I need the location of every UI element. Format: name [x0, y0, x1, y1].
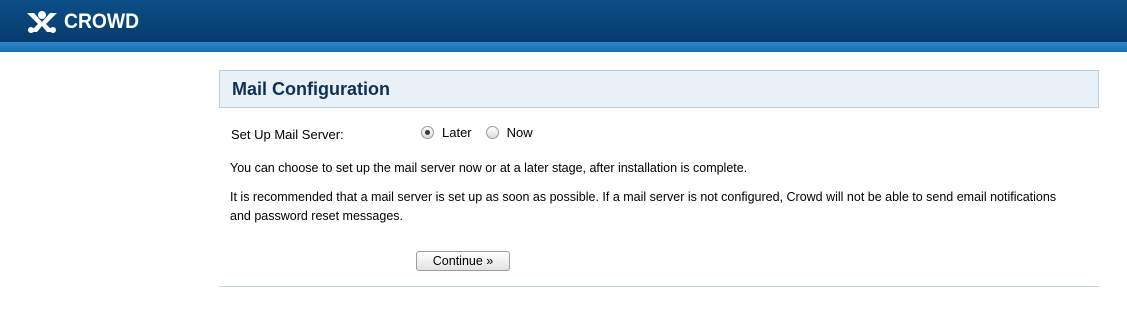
- header-stripe: [0, 42, 1127, 52]
- bottom-divider: [219, 286, 1099, 287]
- radio-later[interactable]: [421, 126, 434, 139]
- top-header-bar: CROWD: [0, 0, 1127, 42]
- info-paragraph: You can choose to set up the mail server…: [230, 161, 748, 175]
- logo-text: CROWD: [64, 10, 140, 33]
- radio-later-label[interactable]: Later: [442, 125, 472, 140]
- continue-button[interactable]: Continue »: [416, 251, 510, 271]
- crowd-logo-icon: [27, 11, 57, 33]
- radio-now-label[interactable]: Now: [507, 125, 533, 140]
- page-title: Mail Configuration: [232, 79, 390, 99]
- mail-server-radio-group: Later Now: [421, 125, 547, 140]
- mail-server-label: Set Up Mail Server:: [231, 127, 344, 142]
- recommendation-paragraph: It is recommended that a mail server is …: [230, 190, 1057, 223]
- section-title-bar: Mail Configuration: [219, 70, 1099, 108]
- crowd-logo[interactable]: CROWD: [24, 8, 146, 36]
- radio-now[interactable]: [485, 126, 499, 139]
